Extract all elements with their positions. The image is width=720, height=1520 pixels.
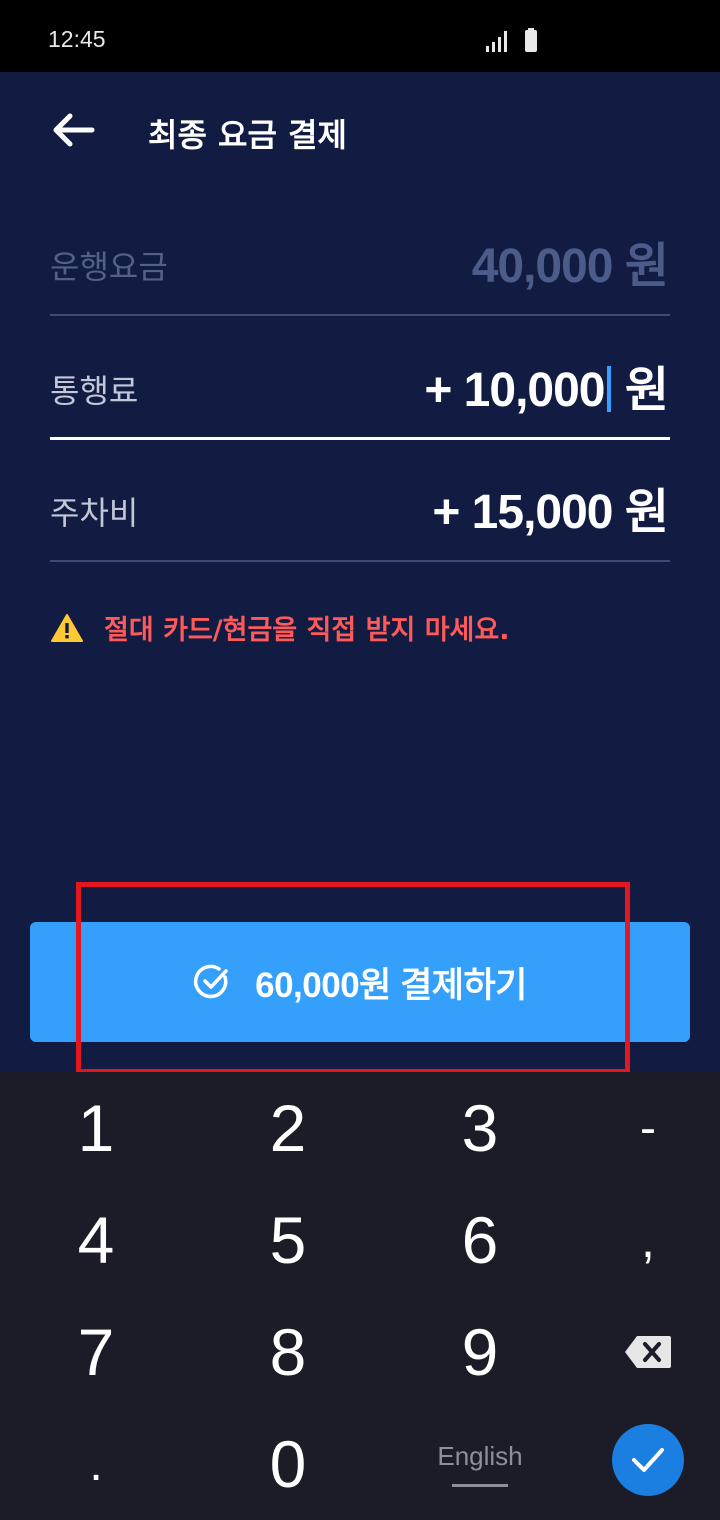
battery-icon (525, 28, 537, 52)
key-6[interactable]: 6 (384, 1184, 576, 1296)
warning-text: 절대 카드/현금을 직접 받지 마세요. (104, 615, 510, 646)
app-header: 최종 요금 결제 (0, 72, 720, 188)
key-7[interactable]: 7 (0, 1296, 192, 1408)
numeric-keyboard: 1 2 3 - 4 5 6 , 7 8 9 . 0 English (0, 1072, 720, 1520)
language-label: English (437, 1441, 523, 1471)
arrow-left-icon (53, 113, 95, 147)
toll-input[interactable]: + 10,000 원 (424, 350, 669, 420)
language-indicator (452, 1484, 508, 1487)
key-backspace[interactable] (576, 1296, 720, 1408)
key-comma[interactable]: , (576, 1184, 720, 1296)
pay-button-label: 60,000원 결제하기 (255, 965, 527, 1005)
parking-label: 주차비 (50, 494, 139, 532)
fare-value: 40,000 원 (471, 240, 669, 293)
key-8[interactable]: 8 (192, 1296, 384, 1408)
check-circle-icon (194, 964, 228, 999)
status-bar: 12:45 (0, 0, 720, 72)
key-period[interactable]: . (0, 1408, 192, 1520)
parking-underline (50, 560, 670, 562)
parking-input-row[interactable]: 주차비 + 15,000 원 (50, 438, 670, 562)
key-5[interactable]: 5 (192, 1184, 384, 1296)
parking-input[interactable]: + 15,000 원 (432, 472, 669, 542)
toll-unit: 원 (612, 364, 669, 417)
toll-label: 통행료 (50, 372, 139, 410)
backspace-icon (625, 1336, 671, 1368)
key-0[interactable]: 0 (192, 1408, 384, 1520)
done-key[interactable] (612, 1424, 684, 1496)
page-title: 최종 요금 결제 (148, 116, 347, 154)
pay-button[interactable]: 60,000원 결제하기 (30, 922, 690, 1042)
key-2[interactable]: 2 (192, 1072, 384, 1184)
fare-label: 운행요금 (50, 248, 168, 286)
fare-row: 운행요금 40,000 원 (50, 192, 670, 316)
status-icons (486, 28, 537, 52)
key-9[interactable]: 9 (384, 1296, 576, 1408)
key-language-english[interactable]: English (384, 1408, 576, 1520)
signal-icon (486, 31, 507, 52)
key-1[interactable]: 1 (0, 1072, 192, 1184)
text-cursor (606, 366, 611, 412)
key-4[interactable]: 4 (0, 1184, 192, 1296)
warning-icon (51, 613, 83, 642)
check-icon (632, 1448, 664, 1472)
toll-value: + 10,000 (424, 364, 605, 417)
key-3[interactable]: 3 (384, 1072, 576, 1184)
back-button[interactable] (46, 102, 102, 158)
status-time: 12:45 (48, 26, 106, 52)
warning-message: 절대 카드/현금을 직접 받지 마세요. (50, 608, 509, 647)
toll-input-row[interactable]: 통행료 + 10,000 원 (50, 316, 670, 440)
key-minus[interactable]: - (576, 1072, 720, 1184)
